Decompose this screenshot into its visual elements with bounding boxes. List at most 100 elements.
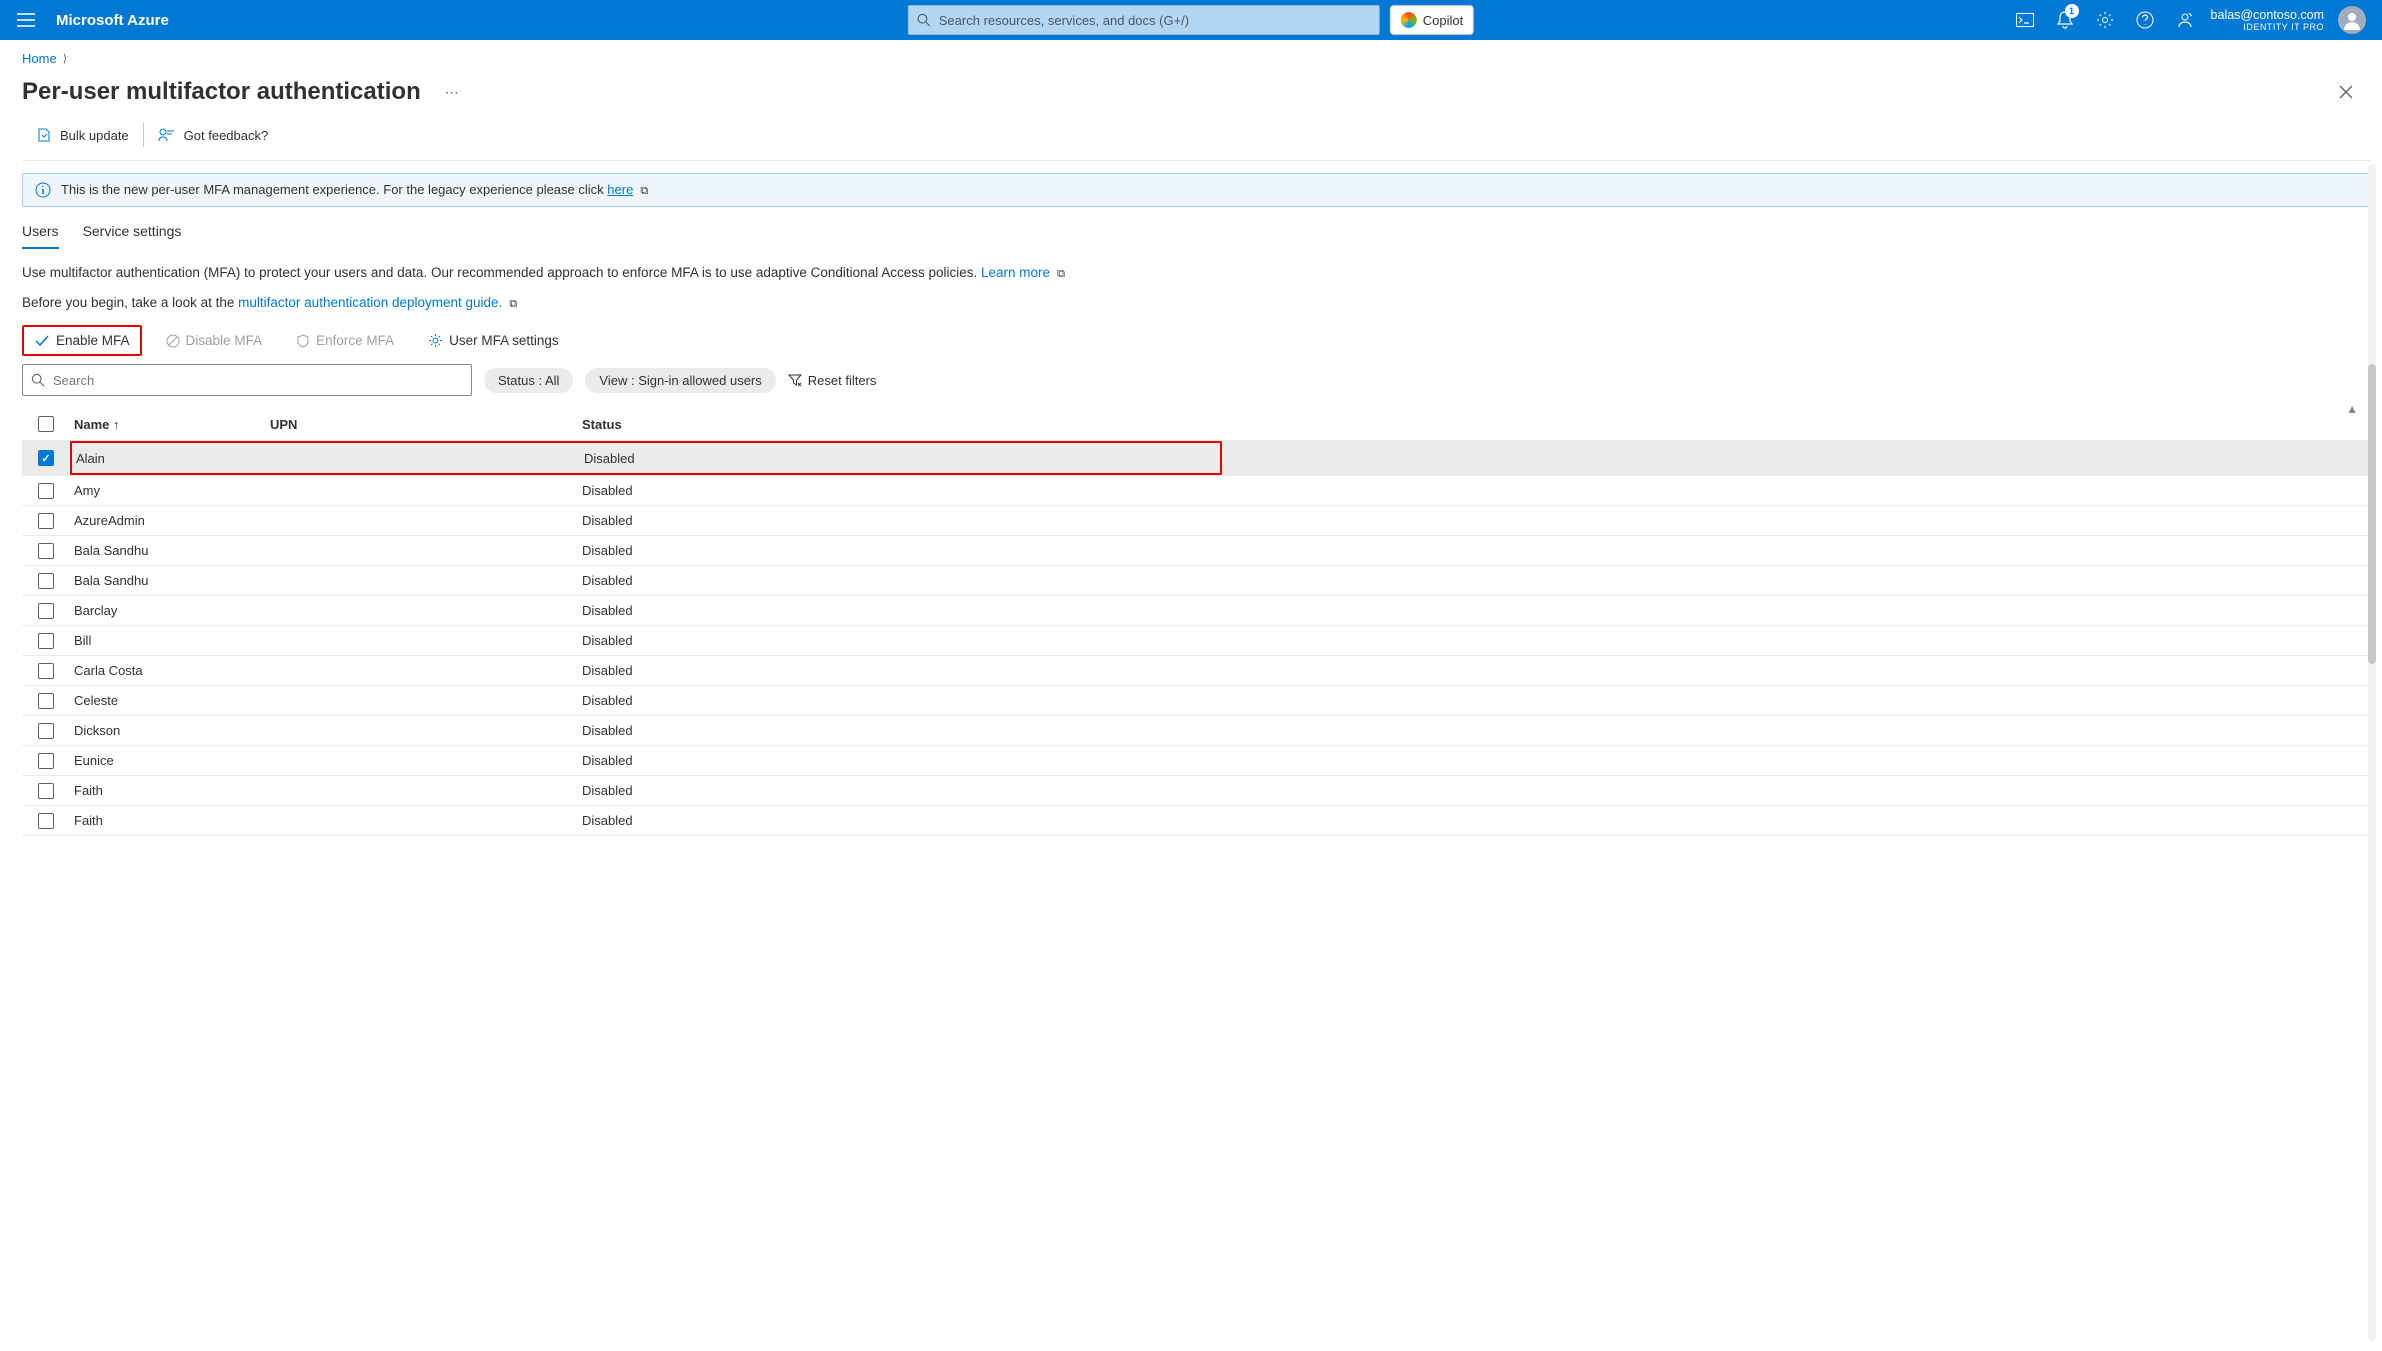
user-mfa-settings-button[interactable]: User MFA settings: [418, 327, 569, 354]
table-row[interactable]: AzureAdminDisabled: [22, 506, 2370, 536]
settings-icon[interactable]: [2085, 0, 2125, 40]
row-name: Dickson: [70, 723, 270, 738]
feedback-icon[interactable]: [2165, 0, 2205, 40]
row-status: Disabled: [582, 783, 2370, 798]
table-row[interactable]: Bala SandhuDisabled: [22, 536, 2370, 566]
cloud-shell-icon[interactable]: [2005, 0, 2045, 40]
row-status: Disabled: [582, 663, 2370, 678]
account-role: IDENTITY IT PRO: [2243, 22, 2324, 32]
row-name: Faith: [70, 783, 270, 798]
search-icon: [917, 13, 931, 27]
external-link-icon: ⧉: [637, 185, 648, 197]
feedback-command-icon: [158, 127, 176, 143]
row-checkbox[interactable]: [38, 633, 54, 649]
bulk-update-icon: [36, 127, 52, 143]
filter-row: Status : All View : Sign-in allowed user…: [10, 356, 2382, 408]
description-1: Use multifactor authentication (MFA) to …: [10, 249, 2382, 289]
notif-badge: 1: [2065, 4, 2079, 18]
table-row[interactable]: Bala SandhuDisabled: [22, 566, 2370, 596]
row-checkbox[interactable]: [38, 723, 54, 739]
account-block[interactable]: balas@contoso.com IDENTITY IT PRO: [2205, 8, 2330, 32]
table-row[interactable]: DicksonDisabled: [22, 716, 2370, 746]
azure-topbar: Microsoft Azure Copilot 1 balas@contoso.: [0, 0, 2382, 40]
tab-service-settings[interactable]: Service settings: [83, 217, 182, 249]
table-header: Name ↑ UPN Status: [22, 408, 2370, 441]
row-name: Carla Costa: [70, 663, 270, 678]
avatar[interactable]: [2338, 6, 2366, 34]
row-name: Celeste: [70, 693, 270, 708]
tab-bar: Users Service settings: [10, 217, 2382, 249]
row-name: Bala Sandhu: [70, 543, 270, 558]
account-email: balas@contoso.com: [2211, 8, 2324, 22]
table-row[interactable]: AmyDisabled: [22, 476, 2370, 506]
table-row[interactable]: FaithDisabled: [22, 806, 2370, 836]
col-header-name[interactable]: Name ↑: [70, 417, 270, 432]
enforce-mfa-label: Enforce MFA: [316, 333, 394, 348]
search-icon: [31, 373, 45, 387]
row-checkbox[interactable]: [38, 813, 54, 829]
notifications-icon[interactable]: 1: [2045, 0, 2085, 40]
vertical-scrollbar[interactable]: [2368, 164, 2376, 1341]
user-mfa-settings-label: User MFA settings: [449, 333, 559, 348]
table-row[interactable]: EuniceDisabled: [22, 746, 2370, 776]
row-status: Disabled: [584, 451, 635, 466]
description-2: Before you begin, take a look at the mul…: [10, 289, 2382, 325]
scroll-up-icon[interactable]: ▲: [2346, 402, 2358, 416]
row-checkbox[interactable]: [38, 450, 54, 466]
global-search[interactable]: [908, 5, 1380, 35]
external-link-icon: ⧉: [1054, 268, 1065, 280]
user-search-input[interactable]: [53, 373, 463, 388]
feedback-label: Got feedback?: [184, 128, 269, 143]
copilot-button[interactable]: Copilot: [1390, 5, 1474, 35]
view-filter-pill[interactable]: View : Sign-in allowed users: [585, 368, 775, 393]
user-search[interactable]: [22, 364, 472, 396]
hamburger-menu-icon[interactable]: [8, 2, 44, 38]
row-checkbox[interactable]: [38, 543, 54, 559]
global-search-input[interactable]: [939, 13, 1371, 28]
help-icon[interactable]: [2125, 0, 2165, 40]
learn-more-link[interactable]: Learn more: [981, 265, 1050, 280]
copilot-label: Copilot: [1423, 13, 1463, 28]
table-row[interactable]: CelesteDisabled: [22, 686, 2370, 716]
select-all-checkbox[interactable]: [38, 416, 54, 432]
status-filter-pill[interactable]: Status : All: [484, 368, 573, 393]
row-checkbox[interactable]: [38, 573, 54, 589]
row-name: Faith: [70, 813, 270, 828]
row-checkbox[interactable]: [38, 663, 54, 679]
reset-filters-label: Reset filters: [808, 373, 877, 388]
info-banner: This is the new per-user MFA management …: [22, 173, 2370, 207]
row-checkbox[interactable]: [38, 483, 54, 499]
row-checkbox[interactable]: [38, 783, 54, 799]
row-name: Barclay: [70, 603, 270, 618]
disable-mfa-button: Disable MFA: [156, 327, 273, 354]
tab-users[interactable]: Users: [22, 217, 59, 249]
legacy-link[interactable]: here: [607, 182, 633, 197]
bulk-update-button[interactable]: Bulk update: [22, 120, 143, 150]
scrollbar-thumb[interactable]: [2368, 364, 2376, 664]
col-header-status[interactable]: Status: [582, 417, 2370, 432]
deployment-guide-link[interactable]: multifactor authentication deployment gu…: [238, 295, 502, 310]
row-checkbox[interactable]: [38, 603, 54, 619]
feedback-button[interactable]: Got feedback?: [144, 120, 283, 150]
breadcrumb-home[interactable]: Home: [22, 51, 57, 66]
row-name: Bala Sandhu: [70, 573, 270, 588]
table-row[interactable]: Faith Disabled: [22, 776, 2370, 806]
row-status: Disabled: [582, 753, 2370, 768]
row-checkbox[interactable]: [38, 513, 54, 529]
enable-mfa-label: Enable MFA: [56, 333, 130, 348]
reset-filters-button[interactable]: Reset filters: [788, 373, 877, 388]
close-blade-icon[interactable]: [2338, 84, 2354, 100]
row-status: Disabled: [582, 633, 2370, 648]
table-row[interactable]: BillDisabled: [22, 626, 2370, 656]
enable-mfa-button[interactable]: Enable MFA: [22, 325, 142, 356]
row-checkbox[interactable]: [38, 753, 54, 769]
row-name: Amy: [70, 483, 270, 498]
table-row[interactable]: Barclay Disabled: [22, 596, 2370, 626]
row-status: Disabled: [582, 603, 2370, 618]
col-header-upn[interactable]: UPN: [270, 417, 582, 432]
row-checkbox[interactable]: [38, 693, 54, 709]
table-row[interactable]: AlainDisabled: [22, 441, 2370, 476]
table-row[interactable]: Carla Costa Disabled: [22, 656, 2370, 686]
chevron-right-icon: ⟩: [63, 52, 67, 65]
more-menu-icon[interactable]: ⋯: [445, 84, 461, 101]
